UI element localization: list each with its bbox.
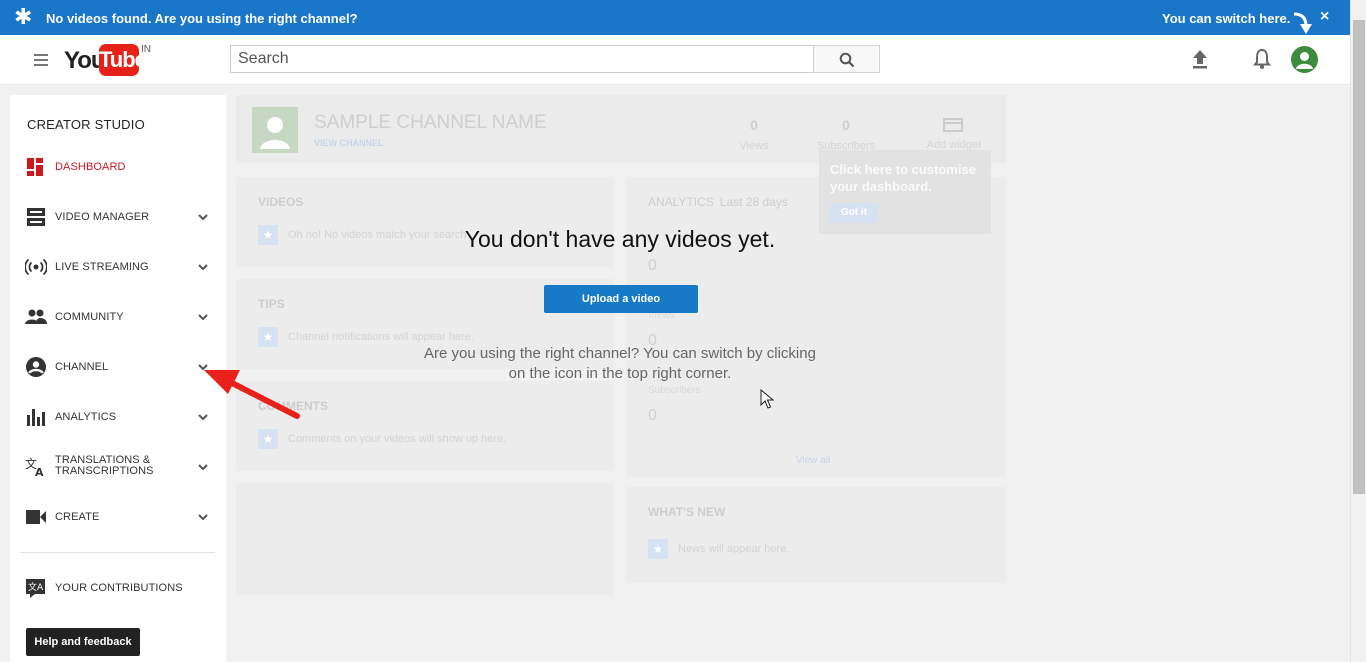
chevron-down-icon[interactable]	[197, 212, 209, 222]
star-icon: ★	[648, 539, 668, 559]
search-button[interactable]	[813, 45, 880, 73]
default-avatar-icon	[260, 117, 290, 149]
top-header: You Tube IN	[0, 35, 1350, 85]
sidebar-item-label: VIDEO MANAGER	[55, 211, 150, 223]
curved-arrow-icon	[1293, 12, 1312, 34]
add-widget-button[interactable]: Add widget	[914, 117, 994, 151]
account-avatar[interactable]	[1291, 46, 1318, 73]
sidebar-item-channel[interactable]: CHANNEL	[10, 347, 226, 387]
video-manager-icon	[27, 208, 45, 226]
translations-label-line2: TRANSCRIPTIONS	[55, 465, 154, 477]
comments-empty-text: Comments on your videos will show up her…	[288, 432, 507, 445]
scrollbar-thumb[interactable]	[1353, 20, 1365, 494]
views-label: Views	[739, 140, 769, 152]
red-arrow-annotation	[204, 370, 300, 419]
svg-text:文A: 文A	[28, 581, 44, 593]
search-icon	[839, 52, 855, 68]
star-icon: ★	[258, 327, 278, 347]
sidebar-item-label: DASHBOARD	[55, 161, 126, 173]
empty-state-title: You don't have any videos yet.	[464, 226, 776, 252]
sidebar-item-label: YOUR CONTRIBUTIONS	[55, 582, 183, 594]
analytics-title: ANALYTICS	[648, 195, 714, 209]
svg-text:A: A	[35, 466, 44, 477]
sidebar-item-live-streaming[interactable]: LIVE STREAMING	[10, 247, 226, 287]
got-it-button[interactable]: Got it	[830, 203, 878, 223]
star-icon: ★	[258, 429, 278, 449]
search-input[interactable]	[230, 45, 814, 73]
add-widget-icon	[943, 118, 963, 132]
tips-card-title: TIPS	[258, 297, 285, 311]
mouse-cursor-icon	[760, 389, 774, 409]
sidebar-item-create[interactable]: CREATE	[10, 497, 226, 537]
empty-state-subtitle: Are you using the right channel? You can…	[424, 345, 816, 382]
chevron-down-icon[interactable]	[197, 462, 209, 472]
whats-new-card: WHAT'S NEW ★ News will appear here.	[626, 487, 1006, 583]
star-icon: ✱	[14, 4, 33, 29]
sidebar-item-community[interactable]: COMMUNITY	[10, 297, 226, 337]
channel-thumbnail[interactable]	[252, 107, 298, 153]
help-feedback-button[interactable]: Help and feedback	[26, 628, 140, 656]
logo-tube-text: Tube	[99, 44, 147, 76]
subscribers-count: 0	[842, 117, 850, 133]
tooltip-text: Click here to customise your dashboard.	[830, 162, 976, 194]
channel-icon	[26, 357, 46, 377]
banner-switch-text: You can switch here.	[1162, 11, 1291, 26]
views-stat: 0 Views	[714, 117, 794, 152]
analytics-subs-label: Subscribers	[648, 385, 701, 396]
analytics-value: 0	[648, 257, 657, 274]
analytics-icon	[27, 409, 45, 426]
sidebar-item-label: CREATE	[55, 511, 100, 523]
whats-new-row: ★ News will appear here.	[648, 539, 789, 559]
banner-message: No videos found. Are you using the right…	[46, 11, 358, 26]
sidebar-item-translations[interactable]: 文 A TRANSLATIONS & TRANSCRIPTIONS	[10, 447, 226, 487]
channel-name: SAMPLE CHANNEL NAME	[314, 112, 547, 133]
star-icon: ★	[258, 225, 278, 245]
customise-tooltip: Click here to customise your dashboard. …	[819, 150, 991, 234]
sidebar-item-label: ANALYTICS	[55, 411, 117, 423]
upload-video-button[interactable]: Upload a video	[544, 285, 698, 313]
dashboard-icon	[27, 158, 43, 176]
bell-icon[interactable]	[1253, 48, 1271, 70]
sidebar-item-contributions[interactable]: 文A YOUR CONTRIBUTIONS	[10, 568, 226, 608]
analytics-card-title: ANALYTICS Last 28 days	[648, 195, 788, 209]
sidebar-item-label: COMMUNITY	[55, 311, 124, 323]
notification-banner: ✱ No videos found. Are you using the rig…	[0, 0, 1350, 35]
whats-new-text: News will appear here.	[678, 542, 790, 555]
chevron-down-icon[interactable]	[197, 512, 209, 522]
tips-empty-text: Channel notifications will appear here.	[288, 330, 474, 343]
hamburger-menu-icon[interactable]	[34, 54, 48, 66]
sidebar-item-label: TRANSLATIONS & TRANSCRIPTIONS	[55, 455, 154, 477]
country-code: IN	[141, 44, 151, 55]
close-banner-button[interactable]: ×	[1320, 8, 1329, 26]
videos-card: VIDEOS ★ Oh no! No videos match your sear…	[236, 177, 614, 267]
page-scrollbar[interactable]	[1350, 0, 1366, 662]
videos-card-title: VIDEOS	[258, 195, 304, 209]
chevron-down-icon[interactable]	[197, 262, 209, 272]
user-avatar-icon	[1296, 52, 1313, 69]
analytics-range: Last 28 days	[719, 195, 788, 209]
creator-studio-sidebar: CREATOR STUDIO DASHBOARD VIDEO MANAGER L…	[10, 95, 226, 662]
view-channel-link[interactable]: VIEW CHANNEL	[314, 138, 384, 148]
chevron-down-icon[interactable]	[197, 312, 209, 322]
subscribers-stat: 0 Subscribers	[806, 117, 886, 152]
view-all-link[interactable]: View all	[796, 455, 830, 466]
analytics-subs-value: 0	[648, 407, 657, 424]
empty-card	[236, 483, 614, 595]
video-camera-icon	[26, 510, 46, 524]
sidebar-item-dashboard[interactable]: DASHBOARD	[10, 147, 226, 187]
sidebar-item-video-manager[interactable]: VIDEO MANAGER	[10, 197, 226, 237]
upload-icon[interactable]	[1191, 48, 1209, 70]
views-count: 0	[750, 117, 758, 133]
sidebar-item-label: LIVE STREAMING	[55, 261, 149, 273]
translations-icon: 文 A	[25, 457, 44, 477]
sidebar-title: CREATOR STUDIO	[27, 117, 145, 132]
sidebar-divider	[20, 552, 215, 553]
whats-new-title: WHAT'S NEW	[648, 505, 726, 519]
comments-empty-row: ★ Comments on your videos will show up he…	[258, 429, 506, 449]
live-streaming-icon	[25, 258, 47, 276]
contributions-icon: 文A	[26, 579, 45, 598]
sidebar-item-label: CHANNEL	[55, 361, 109, 373]
sidebar-item-analytics[interactable]: ANALYTICS	[10, 397, 226, 437]
community-icon	[25, 309, 47, 324]
